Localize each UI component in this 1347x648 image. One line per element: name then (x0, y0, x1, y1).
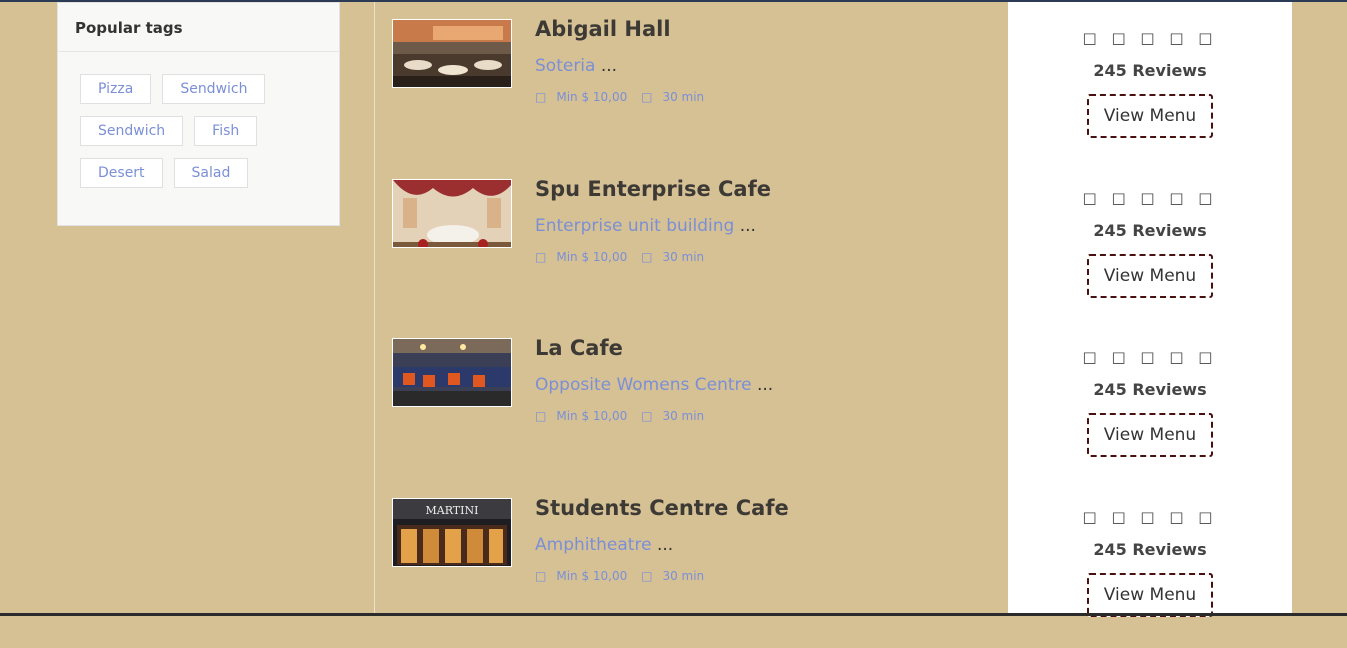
address-ellipsis: ... (656, 535, 674, 555)
tag-fish[interactable]: Fish (194, 116, 258, 146)
restaurant-name[interactable]: Spu Enterprise Cafe (535, 177, 771, 201)
clock-icon: □ (641, 250, 653, 264)
clock-icon: □ (641, 90, 653, 104)
restaurant-address: Opposite Womens Centre ... (535, 375, 773, 395)
restaurant-meta: □ Min $ 10,00 □ 30 min (535, 90, 714, 104)
rating-stars: □ □ □ □ □ (1082, 348, 1218, 366)
restaurant-name[interactable]: Abigail Hall (535, 17, 671, 41)
rating-stars: □ □ □ □ □ (1082, 189, 1218, 207)
rating-stars: □ □ □ □ □ (1082, 29, 1218, 47)
restaurant-thumbnail[interactable] (392, 179, 512, 248)
restaurant-item: Abigail Hall Soteria ... □ Min $ 10,00 □ 3… (374, 17, 1292, 169)
view-menu-button[interactable]: View Menu (1087, 94, 1213, 138)
clock-icon: □ (641, 409, 653, 423)
review-count: 245 Reviews (1093, 380, 1207, 399)
restaurant-thumbnail[interactable] (392, 338, 512, 407)
tag-pizza[interactable]: Pizza (80, 74, 152, 104)
restaurant-item: MARTINI Students Centre Cafe Amphitheatr… (374, 496, 1292, 648)
address-link[interactable]: Amphitheatre (535, 535, 652, 555)
delivery-time: 30 min (662, 250, 705, 264)
money-icon: □ (535, 250, 547, 264)
delivery-time: 30 min (662, 569, 705, 583)
restaurant-thumbnail[interactable] (392, 19, 512, 88)
restaurant-name[interactable]: La Cafe (535, 336, 623, 360)
restaurant-meta: □ Min $ 10,00 □ 30 min (535, 569, 714, 583)
tag-salad[interactable]: Salad (173, 158, 249, 188)
restaurant-address: Amphitheatre ... (535, 535, 673, 555)
tag-desert[interactable]: Desert (80, 158, 163, 188)
restaurant-thumbnail[interactable]: MARTINI (392, 498, 512, 567)
restaurant-address: Enterprise unit building ... (535, 216, 756, 236)
min-order: Min $ 10,00 (556, 569, 628, 583)
min-order: Min $ 10,00 (556, 409, 628, 423)
restaurant-name[interactable]: Students Centre Cafe (535, 496, 789, 520)
delivery-time: 30 min (662, 90, 705, 104)
delivery-time: 30 min (662, 409, 705, 423)
popular-tags-title: Popular tags (58, 3, 339, 52)
view-menu-button[interactable]: View Menu (1087, 573, 1213, 617)
restaurant-item: La Cafe Opposite Womens Centre ... □ Min … (374, 336, 1292, 488)
martini-sign: MARTINI (426, 504, 479, 517)
address-ellipsis: ... (757, 375, 774, 395)
review-count: 245 Reviews (1093, 221, 1207, 240)
popular-tags-widget: Popular tags Pizza Sendwich Sendwich Fis… (57, 2, 340, 226)
clock-icon: □ (641, 569, 653, 583)
tag-sendwich[interactable]: Sendwich (162, 74, 266, 104)
address-link[interactable]: Opposite Womens Centre (535, 375, 752, 395)
view-menu-button[interactable]: View Menu (1087, 413, 1213, 457)
restaurant-meta: □ Min $ 10,00 □ 30 min (535, 250, 714, 264)
money-icon: □ (535, 409, 547, 423)
restaurant-meta: □ Min $ 10,00 □ 30 min (535, 409, 714, 423)
money-icon: □ (535, 569, 547, 583)
review-count: 245 Reviews (1093, 61, 1207, 80)
address-ellipsis: ... (739, 216, 756, 236)
money-icon: □ (535, 90, 547, 104)
address-link[interactable]: Enterprise unit building (535, 216, 734, 236)
tags-list: Pizza Sendwich Sendwich Fish Desert Sala… (58, 52, 339, 188)
min-order: Min $ 10,00 (556, 250, 628, 264)
restaurant-address: Soteria ... (535, 56, 617, 76)
min-order: Min $ 10,00 (556, 90, 628, 104)
restaurant-item: Spu Enterprise Cafe Enterprise unit buil… (374, 177, 1292, 329)
view-menu-button[interactable]: View Menu (1087, 254, 1213, 298)
tag-sendwich-2[interactable]: Sendwich (80, 116, 184, 146)
rating-stars: □ □ □ □ □ (1082, 508, 1218, 526)
review-count: 245 Reviews (1093, 540, 1207, 559)
address-link[interactable]: Soteria (535, 56, 595, 76)
address-ellipsis: ... (600, 56, 618, 76)
